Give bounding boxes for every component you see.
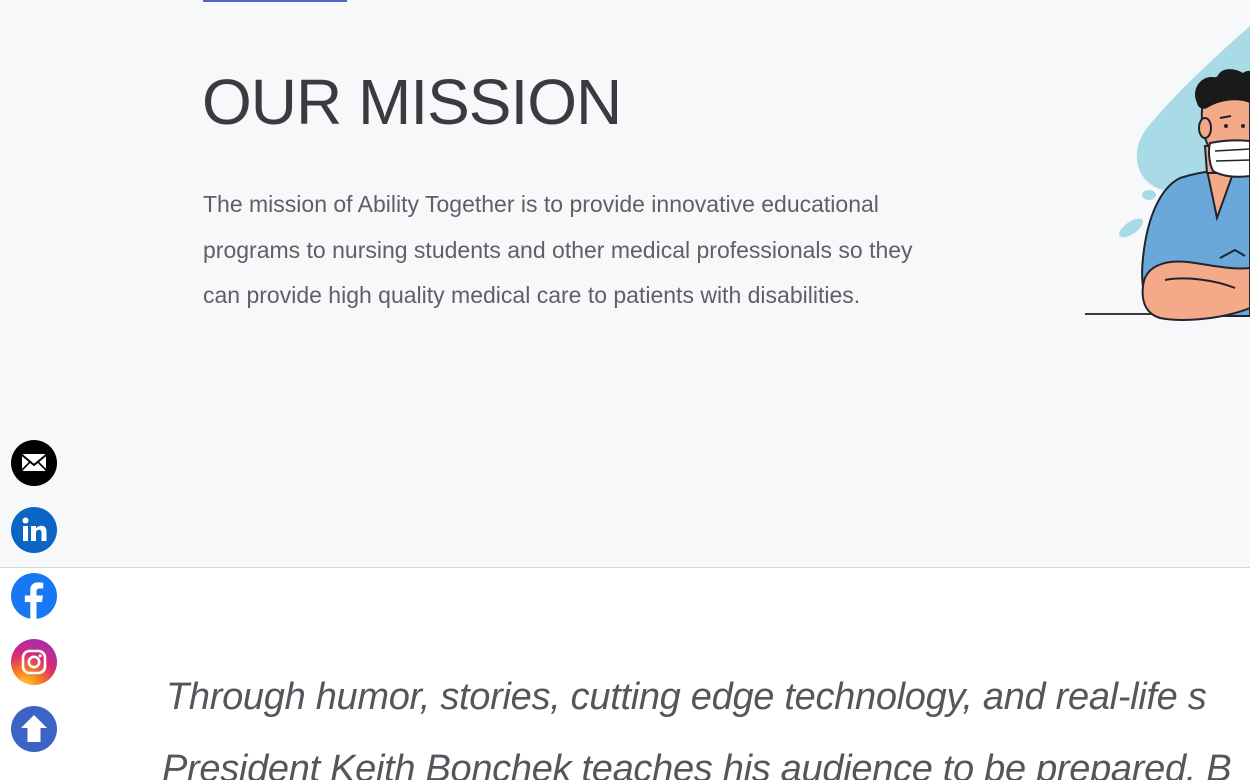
linkedin-icon[interactable] xyxy=(11,507,57,553)
email-icon[interactable] xyxy=(11,440,57,486)
mission-text: The mission of Ability Together is to pr… xyxy=(203,191,913,308)
quote-section: Through humor, stories, cutting edge tec… xyxy=(0,568,1250,780)
accent-underline xyxy=(203,0,347,2)
quote-line-2: President Keith Bonchek teaches his audi… xyxy=(162,748,1232,780)
doctor-illustration xyxy=(1085,26,1250,321)
mission-title: OUR MISSION xyxy=(202,66,622,138)
mission-section: OUR MISSION The mission of Ability Toget… xyxy=(0,0,1250,568)
quote-line-1: Through humor, stories, cutting edge tec… xyxy=(166,676,1207,718)
